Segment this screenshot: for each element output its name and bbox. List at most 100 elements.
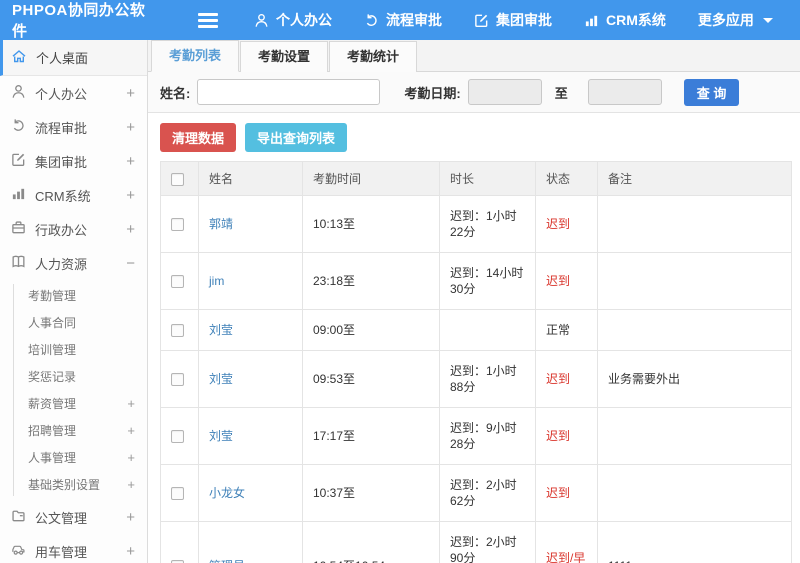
- row-checkbox[interactable]: [171, 324, 184, 338]
- attendance-time: 10:13至: [302, 195, 440, 253]
- clean-data-button[interactable]: 清理数据: [160, 123, 237, 152]
- tab-attendance-settings[interactable]: 考勤设置: [240, 41, 329, 72]
- sidebar-item-workflow-approval[interactable]: 流程审批 +: [0, 110, 147, 144]
- expand-plus-icon[interactable]: +: [126, 221, 135, 238]
- chart-icon: [11, 186, 26, 204]
- col-header-time: 考勤时间: [302, 161, 440, 196]
- attendance-time: 23:18至: [302, 252, 440, 310]
- col-header-note: 备注: [597, 161, 792, 196]
- query-button[interactable]: 查 询: [683, 78, 740, 106]
- submenu-item-salary-management[interactable]: 薪资管理 +: [0, 390, 147, 417]
- expand-plus-icon[interactable]: +: [127, 450, 135, 465]
- submenu-item-attendance-management[interactable]: 考勤管理: [0, 282, 147, 309]
- attendance-table-wrap: 姓名 考勤时间 时长 状态 备注 郭靖 10:13至 迟到：1小时22分 迟到: [160, 161, 792, 563]
- col-header-duration: 时长: [439, 161, 536, 196]
- expand-plus-icon[interactable]: +: [126, 509, 135, 526]
- tab-attendance-statistics[interactable]: 考勤统计: [329, 41, 418, 72]
- nav-group-approval[interactable]: 集团审批: [474, 10, 552, 30]
- employee-name-link[interactable]: 刘莹: [209, 372, 233, 386]
- sidebar-item-personal-office[interactable]: 个人办公 +: [0, 76, 147, 110]
- book-icon: [11, 254, 26, 272]
- row-checkbox[interactable]: [171, 487, 184, 501]
- submenu-item-training-management[interactable]: 培训管理: [0, 336, 147, 363]
- note-cell: [597, 309, 792, 351]
- submenu-item-recruitment-management[interactable]: 招聘管理 +: [0, 417, 147, 444]
- duration-cell: 迟到：2小时90分早退：7小时10分: [439, 521, 536, 563]
- submenu-item-reward-punishment[interactable]: 奖惩记录: [0, 363, 147, 390]
- duration-cell: [439, 309, 536, 351]
- tab-attendance-list[interactable]: 考勤列表: [151, 40, 240, 72]
- nav-personal-office[interactable]: 个人办公: [254, 10, 332, 30]
- row-checkbox[interactable]: [171, 430, 184, 444]
- caret-down-icon: [762, 17, 773, 23]
- sidebar-item-admin-office[interactable]: 行政办公 +: [0, 212, 147, 246]
- expand-plus-icon[interactable]: +: [127, 396, 135, 411]
- sidebar-item-personal-desktop[interactable]: 个人桌面: [0, 40, 147, 76]
- employee-name-link[interactable]: 管理员: [209, 559, 245, 563]
- sidebar-item-document-management[interactable]: 公文管理 +: [0, 500, 147, 534]
- select-all-checkbox[interactable]: [171, 172, 184, 186]
- sidebar-item-human-resources[interactable]: 人力资源 −: [0, 246, 147, 280]
- note-cell: [597, 195, 792, 253]
- to-label: 至: [554, 85, 568, 101]
- expand-plus-icon[interactable]: +: [127, 423, 135, 438]
- top-header: PHPOA协同办公软件 个人办公 流程审批 集团审批 CRM系统 更多应用: [0, 0, 800, 40]
- duration-cell: 迟到：9小时28分: [439, 407, 536, 465]
- expand-plus-icon[interactable]: +: [127, 477, 135, 492]
- status-cell: 迟到: [535, 407, 598, 465]
- search-bar: 姓名: 考勤日期: 至 查 询: [148, 72, 800, 113]
- table-row: 小龙女 10:37至 迟到：2小时62分 迟到: [160, 464, 792, 522]
- status-cell: 迟到/早退: [535, 521, 598, 563]
- employee-name-link[interactable]: 郭靖: [209, 217, 233, 231]
- row-checkbox[interactable]: [171, 218, 184, 232]
- sidebar-item-group-approval[interactable]: 集团审批 +: [0, 144, 147, 178]
- duration-cell: 迟到：14小时30分: [439, 252, 536, 310]
- note-cell: [597, 252, 792, 310]
- expand-plus-icon[interactable]: +: [126, 153, 135, 170]
- row-checkbox[interactable]: [171, 373, 184, 387]
- table-row: 刘莹 09:00至 正常: [160, 309, 792, 351]
- hr-submenu: 考勤管理 人事合同 培训管理 奖惩记录 薪资管理 + 招聘管理 + 人事管理 +: [0, 280, 147, 500]
- nav-workflow-approval[interactable]: 流程审批: [364, 10, 442, 30]
- table-row: jim 23:18至 迟到：14小时30分 迟到: [160, 252, 792, 310]
- row-checkbox[interactable]: [171, 275, 184, 289]
- col-header-name: 姓名: [198, 161, 303, 196]
- employee-name-link[interactable]: 小龙女: [209, 486, 245, 500]
- attendance-date-label: 考勤日期:: [404, 85, 461, 101]
- app-logo: PHPOA协同办公软件: [12, 2, 146, 40]
- flow-icon: [364, 13, 379, 28]
- status-cell: 正常: [535, 309, 598, 351]
- nav-more-apps[interactable]: 更多应用: [698, 10, 773, 30]
- submenu-item-hr-contract[interactable]: 人事合同: [0, 309, 147, 336]
- date-to-input[interactable]: [587, 79, 662, 105]
- user-icon: [11, 84, 26, 102]
- date-from-input[interactable]: [467, 79, 542, 105]
- hamburger-menu-icon[interactable]: [198, 10, 218, 31]
- submenu-item-personnel-management[interactable]: 人事管理 +: [0, 444, 147, 471]
- submenu-item-base-category-settings[interactable]: 基础类别设置 +: [0, 471, 147, 498]
- expand-plus-icon[interactable]: +: [126, 543, 135, 560]
- export-list-button[interactable]: 导出查询列表: [245, 123, 348, 152]
- table-row: 管理员 10:54至10:54 迟到：2小时90分早退：7小时10分 迟到/早退…: [160, 521, 792, 563]
- expand-plus-icon[interactable]: +: [126, 85, 135, 102]
- employee-name-link[interactable]: jim: [209, 274, 224, 288]
- sidebar: 个人桌面 个人办公 + 流程审批 + 集团审批 + CRM系统 + 行政办公 +: [0, 40, 148, 563]
- tab-bar: 考勤列表 考勤设置 考勤统计: [148, 40, 800, 72]
- name-input[interactable]: [197, 79, 381, 105]
- expand-plus-icon[interactable]: +: [126, 119, 135, 136]
- note-cell: 1111: [597, 521, 792, 563]
- employee-name-link[interactable]: 刘莹: [209, 323, 233, 337]
- table-toolbar: 清理数据 导出查询列表: [148, 113, 800, 161]
- nav-crm-system[interactable]: CRM系统: [584, 10, 666, 30]
- sidebar-item-vehicle-management[interactable]: 用车管理 +: [0, 534, 147, 563]
- duration-cell: 迟到：2小时62分: [439, 464, 536, 522]
- attendance-time: 17:17至: [302, 407, 440, 465]
- status-cell: 迟到: [535, 350, 598, 408]
- edit-icon: [474, 13, 489, 28]
- sidebar-item-crm-system[interactable]: CRM系统 +: [0, 178, 147, 212]
- duration-cell: 迟到：1小时88分: [439, 350, 536, 408]
- expand-plus-icon[interactable]: +: [126, 187, 135, 204]
- collapse-minus-icon[interactable]: −: [126, 255, 135, 272]
- employee-name-link[interactable]: 刘莹: [209, 429, 233, 443]
- table-header-row: 姓名 考勤时间 时长 状态 备注: [160, 161, 792, 196]
